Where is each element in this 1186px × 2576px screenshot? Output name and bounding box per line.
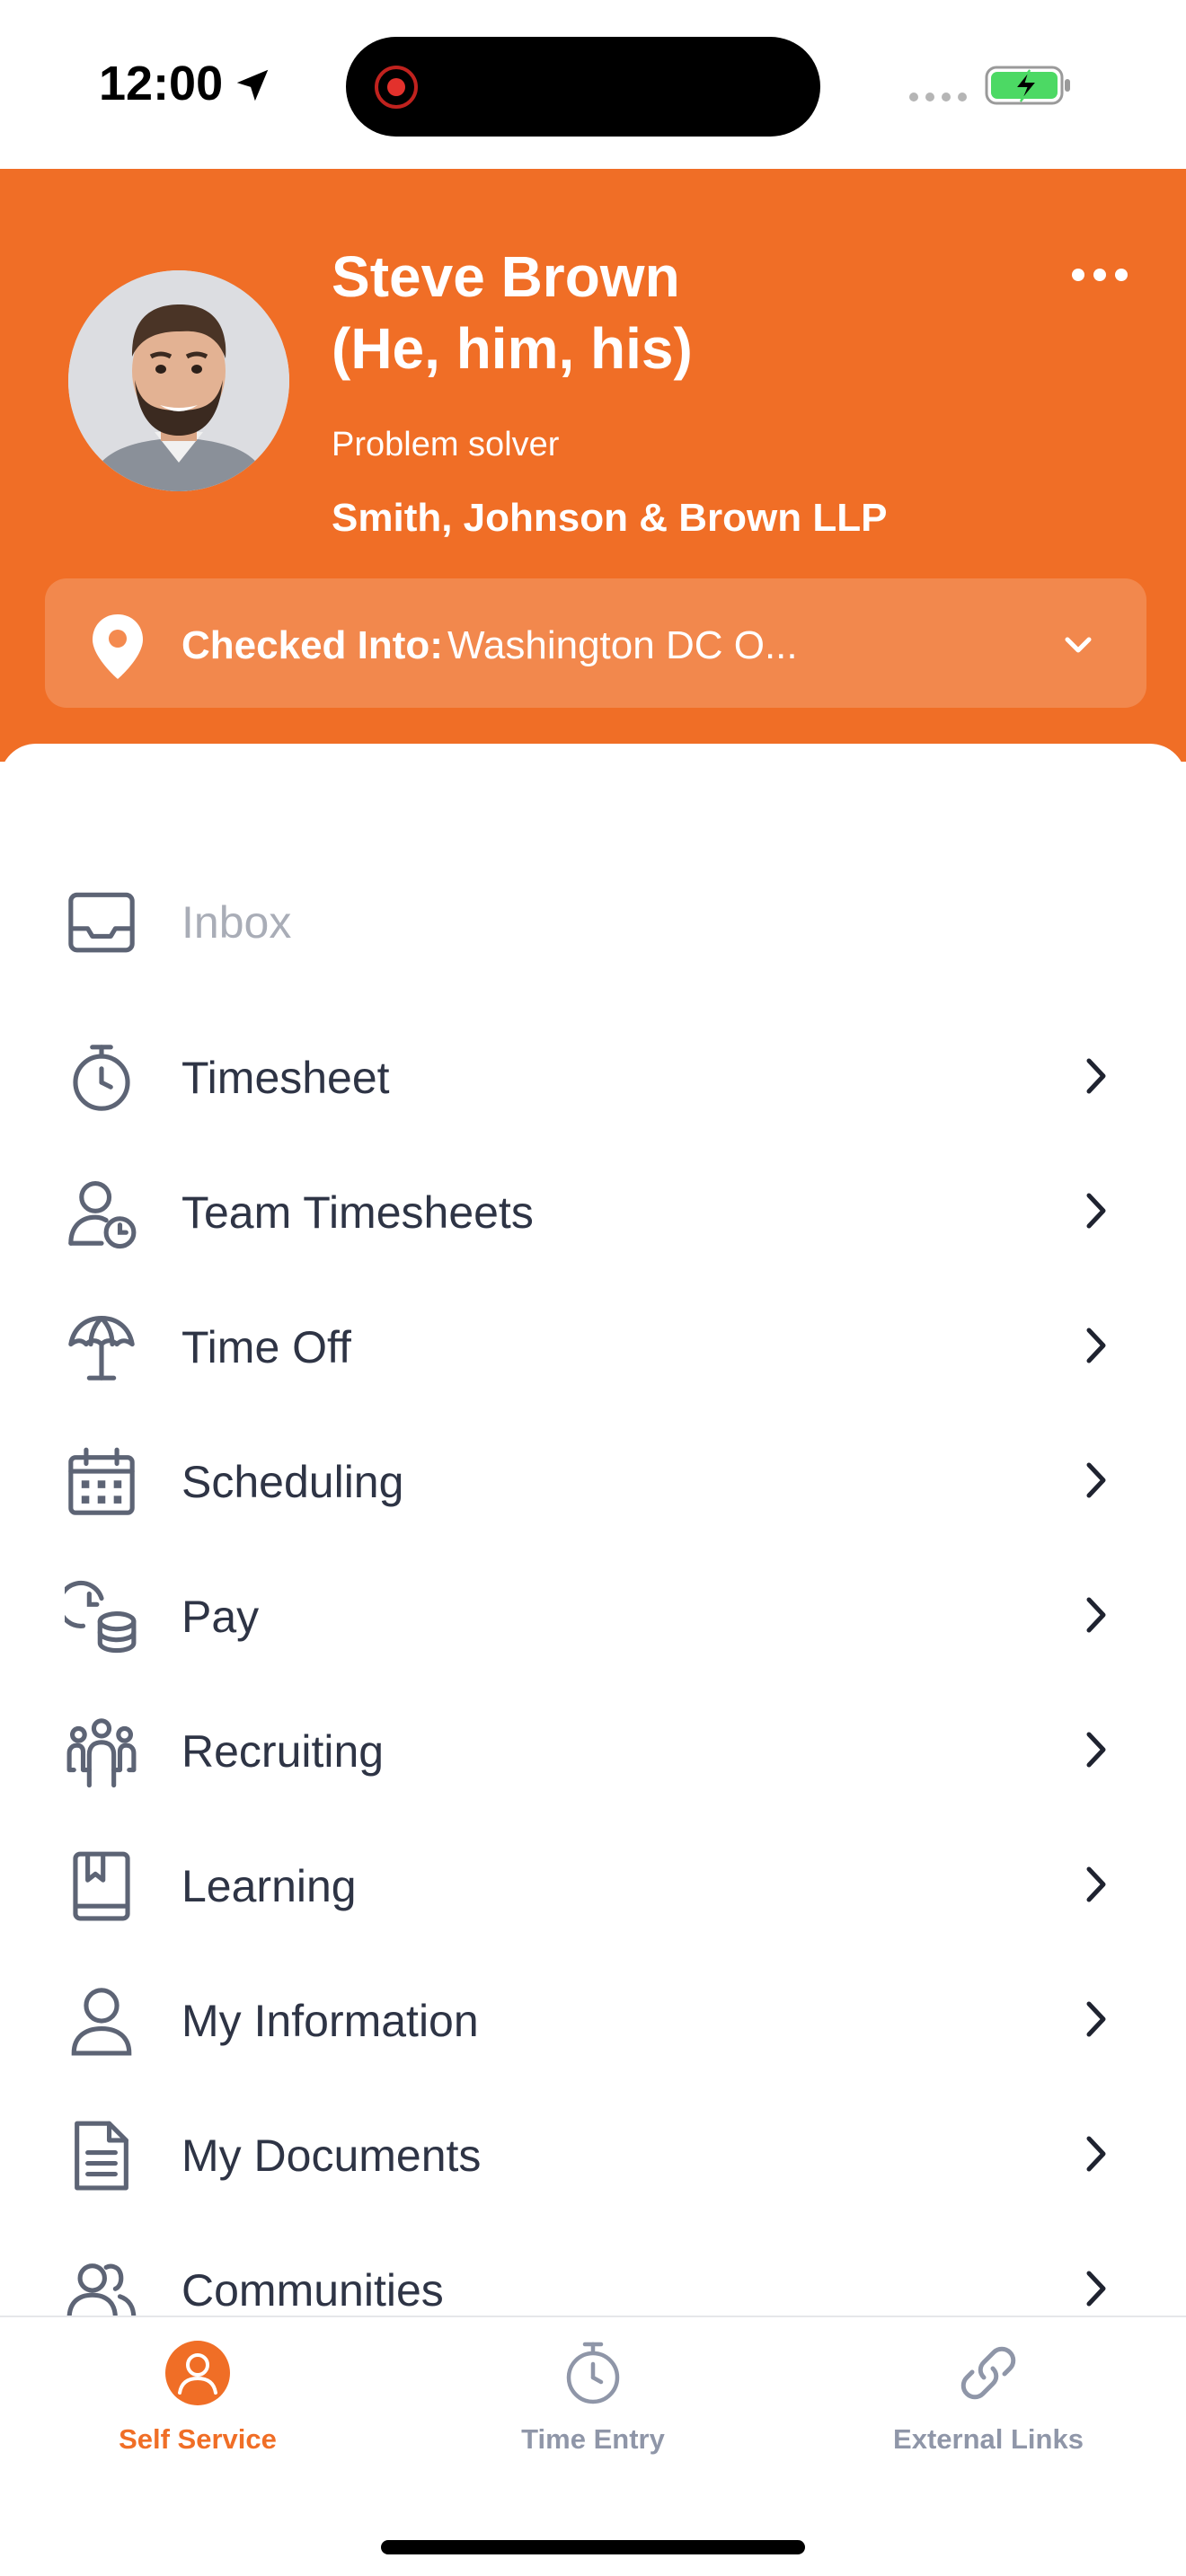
menu-item-label: Pay (181, 1592, 260, 1642)
profile-pronouns: (He, him, his) (332, 316, 693, 381)
beach-umbrella-icon (68, 1315, 135, 1381)
checkin-label: Checked Into: (181, 623, 443, 667)
book-icon (73, 1851, 130, 1921)
cellular-signal-icon (909, 93, 967, 101)
chevron-right-icon (1086, 1462, 1106, 1498)
profile-name-line1: Steve Brown (332, 244, 680, 309)
nav-tab-time-entry[interactable]: Time Entry (395, 2317, 791, 2497)
chevron-right-icon (1086, 2271, 1106, 2307)
menu-item-learning[interactable]: Learning (0, 1815, 1186, 1950)
chevron-right-icon (1086, 1866, 1106, 1902)
link-icon (960, 2346, 1016, 2400)
avatar[interactable] (68, 270, 289, 491)
dynamic-island (346, 37, 820, 137)
profile-header: Steve Brown (He, him, his) Problem solve… (0, 169, 1186, 762)
menu-item-scheduling[interactable]: Scheduling (0, 1411, 1186, 1546)
nav-tab-self-service[interactable]: Self Service (0, 2317, 395, 2497)
profile-company: Smith, Johnson & Brown LLP (332, 496, 888, 540)
clock-coins-icon (65, 1581, 137, 1654)
location-arrow-icon (236, 69, 269, 101)
menu-item-label: Learning (181, 1861, 357, 1911)
checkin-value: Washington DC O... (447, 623, 798, 667)
chevron-right-icon (1086, 1328, 1106, 1363)
menu-item-label: My Documents (181, 2130, 482, 2181)
menu-item-label: Team Timesheets (181, 1187, 534, 1238)
menu-item-timesheet[interactable]: Timesheet (0, 1007, 1186, 1142)
menu-item-label: My Information (181, 1996, 479, 2046)
menu-item-inbox[interactable]: Inbox (0, 851, 1186, 986)
user-clock-icon (68, 1180, 137, 1249)
menu-item-my-information[interactable]: My Information (0, 1950, 1186, 2085)
menu-item-time-off[interactable]: Time Off (0, 1276, 1186, 1411)
screen-recording-icon (375, 66, 418, 109)
menu-item-label: Recruiting (181, 1726, 385, 1777)
chevron-right-icon (1086, 2001, 1106, 2037)
status-bar: 12:00 (0, 0, 1186, 169)
menu-list: Inbox Timesheet Team Timesheets Time Off… (0, 744, 1186, 2321)
profile-name: Steve Brown (He, him, his) (332, 241, 960, 384)
chevron-right-icon (1086, 1732, 1106, 1768)
calendar-icon (68, 1447, 135, 1515)
nav-label: Time Entry (521, 2423, 665, 2455)
profile-job-title: Problem solver (332, 426, 560, 463)
menu-item-recruiting[interactable]: Recruiting (0, 1681, 1186, 1815)
checkin-selector[interactable]: Checked Into: Washington DC O... (45, 578, 1146, 708)
chevron-down-icon (1065, 637, 1092, 653)
nav-label: External Links (893, 2423, 1084, 2455)
menu-item-label: Inbox (181, 897, 292, 948)
menu-item-label: Scheduling (181, 1457, 404, 1507)
home-indicator[interactable] (381, 2540, 805, 2554)
menu-item-pay[interactable]: Pay (0, 1546, 1186, 1681)
status-time: 12:00 (99, 57, 224, 110)
user-circle-icon (165, 2341, 230, 2405)
chevron-right-icon (1086, 1597, 1106, 1633)
inbox-icon (68, 892, 135, 953)
nav-tab-external-links[interactable]: External Links (791, 2317, 1186, 2497)
nav-label: Self Service (119, 2423, 277, 2455)
user-icon (71, 1988, 132, 2056)
chevron-right-icon (1086, 2136, 1106, 2172)
chevron-right-icon (1086, 1058, 1106, 1094)
menu-item-label: Time Off (181, 1322, 351, 1372)
chevron-right-icon (1086, 1193, 1106, 1229)
menu-item-team-timesheets[interactable]: Team Timesheets (0, 1142, 1186, 1276)
stopwatch-icon (73, 1045, 130, 1111)
more-horizontal-icon[interactable] (1067, 264, 1132, 286)
menu-item-my-documents[interactable]: My Documents (0, 2085, 1186, 2219)
bottom-nav: Self Service Time Entry External Links (0, 2316, 1186, 2576)
app-screen: 12:00 Steve Brown (He, him, his) Problem… (0, 0, 1186, 2576)
battery-charging-icon (985, 66, 1070, 105)
menu-item-label: Timesheet (181, 1053, 390, 1103)
document-icon (75, 2121, 128, 2191)
location-pin-icon (93, 614, 143, 679)
menu-item-label: Communities (181, 2265, 444, 2316)
avatar-photo (68, 270, 289, 491)
people-group-icon (66, 1718, 137, 1788)
stopwatch-icon (566, 2342, 620, 2404)
